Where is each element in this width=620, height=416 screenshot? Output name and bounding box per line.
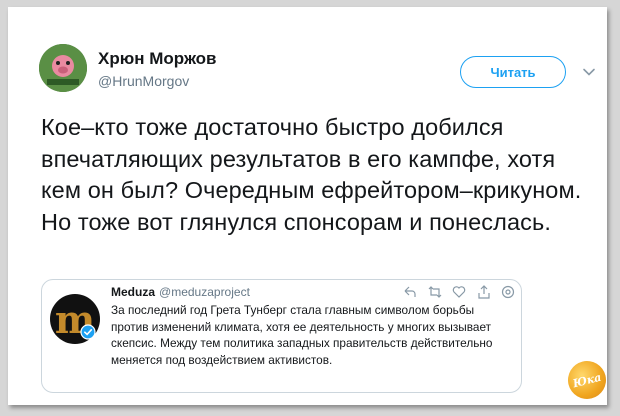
- author-avatar[interactable]: [39, 44, 87, 92]
- retweet-icon[interactable]: [428, 285, 442, 299]
- settings-icon[interactable]: [501, 285, 515, 299]
- author-name[interactable]: Хрюн Моржов: [98, 49, 216, 69]
- like-icon[interactable]: [452, 285, 466, 299]
- follow-button[interactable]: Читать: [460, 56, 566, 88]
- watermark-text: Юка: [571, 370, 603, 390]
- reply-icon[interactable]: [403, 285, 417, 299]
- author-handle[interactable]: @HrunMorgov: [98, 73, 189, 89]
- quoted-actions: [403, 284, 515, 300]
- quoted-author-name[interactable]: Meduza: [111, 285, 155, 299]
- quoted-tweet-text: За последний год Грета Тунберг стала гла…: [111, 303, 493, 367]
- quoted-author-handle[interactable]: @meduzaproject: [159, 285, 250, 299]
- verified-badge-icon: [80, 324, 96, 340]
- tweet-card: Хрюн Моржов @HrunMorgov Читать Кое–кто т…: [8, 7, 611, 405]
- tweet-text: Кое–кто тоже достаточно быстро добился в…: [41, 114, 582, 235]
- quoted-tweet[interactable]: m Meduza @meduzaproject За последний год…: [41, 279, 522, 393]
- watermark-logo: Юка: [563, 356, 611, 404]
- share-icon[interactable]: [477, 285, 491, 299]
- chevron-down-icon[interactable]: [582, 65, 596, 79]
- quoted-header: Meduza @meduzaproject: [111, 285, 250, 299]
